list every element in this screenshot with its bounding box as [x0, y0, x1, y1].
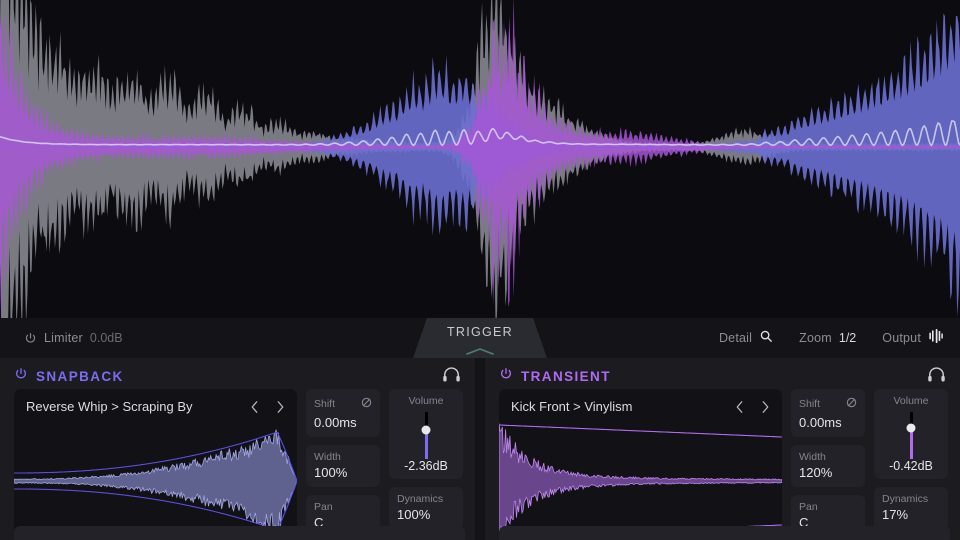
volume-value[interactable]: -2.36dB [404, 459, 448, 473]
param-width-snapback[interactable]: Width 100% [306, 445, 380, 487]
output-control[interactable]: Output [882, 328, 944, 349]
preset-thumbnail-transient [499, 421, 782, 540]
preset-box-transient[interactable]: Kick Front > Vinylism [499, 389, 782, 540]
panel-header-snapback: SNAPBACK [14, 363, 461, 389]
param-dynamics-snapback[interactable]: Dynamics 100% [389, 487, 463, 529]
param-dynamics-transient[interactable]: Dynamics 17% [874, 487, 948, 529]
param-width-transient[interactable]: Width 120% [791, 445, 865, 487]
param-column-transient: Shift 0.00ms Width 120% [791, 389, 950, 540]
phase-invert-icon[interactable] [846, 395, 857, 413]
headphones-icon[interactable] [442, 366, 461, 387]
detail-label: Detail [719, 331, 752, 345]
fader-knob[interactable] [907, 423, 916, 432]
volume-fader-transient[interactable] [910, 412, 913, 459]
panel-transient: TRANSIENT Kick Front > Vinylism [485, 358, 960, 540]
volume-value[interactable]: -0.42dB [889, 459, 933, 473]
zoom-value[interactable]: 1/2 [839, 331, 856, 345]
panel-title-snapback: SNAPBACK [36, 369, 124, 384]
limiter-label: Limiter [44, 331, 83, 345]
plugin-window: Limiter 0.0dB Detail Zoom 1/2 Output [0, 0, 960, 540]
volume-fader-snapback[interactable] [425, 412, 428, 459]
shift-value[interactable]: 0.00ms [314, 415, 372, 430]
waveform-canvas [0, 0, 960, 318]
volume-label: Volume [408, 395, 443, 407]
fader-track-lower [910, 428, 913, 459]
param-shift-snapback[interactable]: Shift 0.00ms [306, 389, 380, 437]
panel-title-transient: TRANSIENT [521, 369, 611, 384]
param-volume-transient[interactable]: Volume -0.42dB [874, 389, 948, 479]
preset-name-snapback[interactable]: Reverse Whip > Scraping By [26, 399, 193, 414]
chevron-left-icon[interactable] [735, 400, 744, 414]
output-meter-icon[interactable] [928, 328, 944, 349]
width-value[interactable]: 120% [799, 465, 857, 480]
preset-name-transient[interactable]: Kick Front > Vinylism [511, 399, 633, 414]
power-icon[interactable] [24, 332, 37, 345]
shift-label: Shift [314, 398, 335, 410]
chevron-right-icon[interactable] [276, 400, 285, 414]
detail-control[interactable]: Detail [719, 329, 773, 348]
dynamics-label: Dynamics [397, 493, 455, 505]
param-extra-row-snapback[interactable] [14, 526, 465, 540]
preset-column-snapback: Reverse Whip > Scraping By [14, 389, 297, 540]
panel-header-transient: TRANSIENT [499, 363, 946, 389]
zoom-label: Zoom [799, 331, 832, 345]
pan-label: Pan [314, 501, 372, 513]
param-volume-snapback[interactable]: Volume -2.36dB [389, 389, 463, 479]
dynamics-value[interactable]: 17% [882, 507, 940, 522]
trigger-tab-label: TRIGGER [447, 325, 513, 339]
chevron-right-icon[interactable] [761, 400, 770, 414]
preset-column-transient: Kick Front > Vinylism [499, 389, 782, 540]
dynamics-label: Dynamics [882, 493, 940, 505]
tab-trigger[interactable]: TRIGGER [413, 318, 547, 358]
limiter-value[interactable]: 0.0dB [90, 331, 123, 345]
chevron-left-icon[interactable] [250, 400, 259, 414]
param-extra-row-transient[interactable] [499, 526, 950, 540]
volume-label: Volume [893, 395, 928, 407]
search-icon[interactable] [759, 329, 773, 348]
preset-thumbnail-snapback [14, 421, 297, 540]
output-label: Output [882, 331, 921, 345]
shift-value[interactable]: 0.00ms [799, 415, 857, 430]
power-icon[interactable] [14, 367, 28, 386]
param-column-snapback: Shift 0.00ms Width 100% [306, 389, 465, 540]
width-label: Width [799, 451, 857, 463]
waveform-display[interactable] [0, 0, 960, 318]
dynamics-value[interactable]: 100% [397, 507, 455, 522]
shift-label: Shift [799, 398, 820, 410]
zoom-control[interactable]: Zoom 1/2 [799, 331, 856, 345]
fader-knob[interactable] [422, 425, 431, 434]
headphones-icon[interactable] [927, 366, 946, 387]
phase-invert-icon[interactable] [361, 395, 372, 413]
width-value[interactable]: 100% [314, 465, 372, 480]
preset-box-snapback[interactable]: Reverse Whip > Scraping By [14, 389, 297, 540]
power-icon[interactable] [499, 367, 513, 386]
param-shift-transient[interactable]: Shift 0.00ms [791, 389, 865, 437]
panel-snapback: SNAPBACK Reverse Whip > Scraping By [0, 358, 475, 540]
panel-divider [475, 358, 485, 540]
width-label: Width [314, 451, 372, 463]
pan-label: Pan [799, 501, 857, 513]
